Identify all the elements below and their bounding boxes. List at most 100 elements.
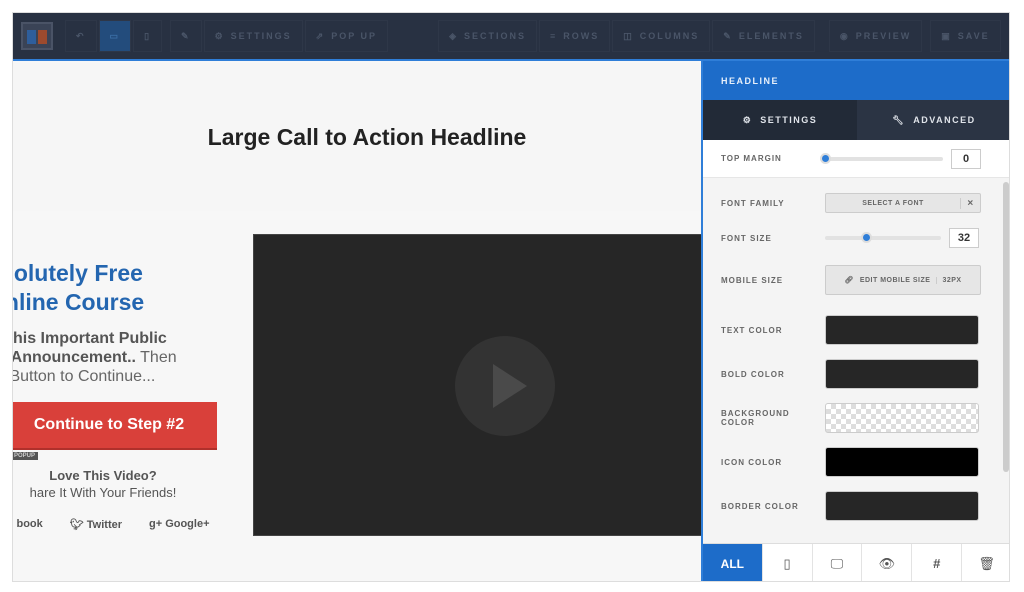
tab-advanced[interactable]: 🔧︎ ADVANCED: [857, 100, 1009, 140]
color-rows: TEXT COLOR BOLD COLOR BACKGROUND COLOR ICON…: [703, 308, 1009, 528]
slider-thumb[interactable]: [820, 152, 831, 164]
gear-icon: ⚙: [742, 114, 753, 125]
mobile-view-button[interactable]: ▯: [133, 20, 163, 52]
sections-button[interactable]: ◈ SECTIONS: [438, 20, 537, 52]
hash-icon: #: [933, 556, 941, 571]
twitter-label: Twitter: [86, 519, 123, 531]
preview-button[interactable]: ◉ PREVIEW: [828, 20, 923, 52]
panel-header: HEADLINE: [703, 61, 1009, 100]
select-font-label: SELECT A FONT: [862, 199, 924, 207]
visibility-button[interactable]: 👁︎: [862, 544, 913, 581]
sub-line2-rest: Then: [135, 349, 177, 366]
edit-mobile-size-label: EDIT MOBILE SIZE: [859, 276, 931, 284]
builder-window: ↶ ▭ ▯ ✎ ⚙ SETTINGS ⇗ POP UP ◈ SECTIONS ≡ ROW…: [12, 12, 1010, 582]
color-row: TEXT COLOR: [703, 308, 1009, 352]
color-label: ICON COLOR: [721, 457, 783, 467]
plug-icon: ✎: [723, 30, 733, 41]
left-column: bsolutely Free Online Course h This Impo…: [13, 259, 223, 531]
googleplus-label: Google+: [165, 518, 210, 530]
rows-icon: ≡: [550, 31, 558, 41]
external-link-icon: ⇗: [315, 30, 326, 41]
twitter-icon: 🐦︎: [69, 519, 87, 531]
settings-button[interactable]: ⚙ SETTINGS: [203, 20, 303, 52]
love-text: Love This Video?: [49, 468, 157, 483]
top-margin-slider[interactable]: [820, 152, 943, 164]
color-row: BACKGROUND COLOR: [703, 396, 1009, 440]
color-swatch[interactable]: [825, 359, 979, 389]
color-swatch[interactable]: [825, 491, 979, 521]
panel-bottom-bar: ALL ▯ 🖵︎ 👁︎ # 🗑︎: [703, 543, 1009, 581]
select-font-button[interactable]: SELECT A FONT ×: [825, 193, 981, 213]
tab-settings-label: SETTINGS: [760, 115, 818, 125]
desktop-view-button[interactable]: ▭: [98, 20, 132, 52]
cta-label: Continue to Step #2: [33, 416, 185, 433]
slider-thumb[interactable]: [860, 232, 872, 243]
save-icon: ▣: [941, 30, 952, 41]
color-label: BORDER COLOR: [721, 501, 799, 511]
course-title-line1[interactable]: bsolutely Free: [13, 259, 223, 288]
course-title-line2[interactable]: Online Course: [13, 288, 223, 317]
font-size-slider[interactable]: [825, 232, 941, 243]
play-icon[interactable]: [455, 336, 555, 436]
undo-icon: ↶: [76, 30, 86, 41]
mobile-icon: ▯: [144, 30, 152, 41]
anchor-button[interactable]: #: [912, 544, 963, 581]
columns-button[interactable]: ◫ COLUMNS: [612, 20, 711, 52]
subheadline[interactable]: h This Important Public ce Announcement.…: [13, 329, 223, 386]
twitter-link[interactable]: 🐦︎ Twitter: [70, 518, 122, 531]
tab-settings[interactable]: ⚙ SETTINGS: [703, 100, 857, 140]
edit-mobile-size-button[interactable]: 🔗︎ EDIT MOBILE SIZE 32PX: [825, 265, 981, 295]
color-swatch[interactable]: [825, 403, 979, 433]
save-label: SAVE: [957, 31, 990, 41]
wrench-icon: 🔧︎: [892, 114, 906, 125]
sub-line1: h This Important Public: [13, 330, 167, 347]
trash-icon: 🗑︎: [978, 555, 995, 571]
mobile-size-row: MOBILE SIZE 🔗︎ EDIT MOBILE SIZE 32PX: [703, 252, 1009, 308]
rows-label: ROWS: [563, 31, 600, 41]
social-links: book 🐦︎ Twitter g+ Google+: [13, 518, 223, 531]
video-player[interactable]: [253, 234, 701, 536]
mobile-button[interactable]: ▯: [763, 544, 813, 581]
color-row: BOLD COLOR: [703, 352, 1009, 396]
panel-scrollbar[interactable]: [1003, 182, 1009, 472]
top-toolbar: ↶ ▭ ▯ ✎ ⚙ SETTINGS ⇗ POP UP ◈ SECTIONS ≡ ROW…: [13, 13, 1009, 61]
facebook-link[interactable]: book: [16, 518, 42, 531]
headline[interactable]: Large Call to Action Headline: [208, 124, 527, 151]
undo-button[interactable]: ↶: [65, 20, 97, 52]
elements-button[interactable]: ✎ ELEMENTS: [712, 20, 815, 52]
popup-button[interactable]: ⇗ POP UP: [304, 20, 389, 52]
color-swatch[interactable]: [825, 315, 979, 345]
font-size-label: FONT SIZE: [721, 233, 772, 243]
gear-icon: ⚙: [214, 30, 225, 41]
paint-button[interactable]: ✎: [170, 20, 202, 52]
desktop-button[interactable]: 🖵︎: [813, 544, 863, 581]
popup-tag: POPUP: [13, 452, 39, 460]
rows-button[interactable]: ≡ ROWS: [539, 20, 611, 52]
color-label: TEXT COLOR: [721, 325, 783, 335]
headline-section[interactable]: Large Call to Action Headline: [13, 63, 701, 211]
all-devices-button[interactable]: ALL: [703, 544, 763, 581]
clear-font-icon[interactable]: ×: [960, 197, 980, 209]
continue-button[interactable]: Continue to Step #2 POPUP: [13, 402, 217, 460]
columns-label: COLUMNS: [639, 31, 700, 41]
font-family-label: FONT FAMILY: [721, 198, 785, 208]
sections-label: SECTIONS: [463, 31, 526, 41]
columns-icon: ◫: [623, 30, 634, 41]
color-label: BACKGROUND COLOR: [721, 409, 790, 427]
mobile-icon: ▯: [783, 555, 791, 571]
color-swatch[interactable]: [825, 447, 979, 477]
googleplus-link[interactable]: g+ Google+: [149, 518, 210, 531]
top-margin-input[interactable]: 0: [951, 148, 981, 169]
sub-line3: ck Button to Continue...: [13, 368, 156, 385]
panel-tabs: ⚙ SETTINGS 🔧︎ ADVANCED: [703, 100, 1009, 140]
app-logo: [21, 22, 53, 50]
delete-button[interactable]: 🗑︎: [962, 544, 1009, 581]
color-row: BORDER COLOR: [703, 484, 1009, 528]
save-button[interactable]: ▣ SAVE: [930, 20, 1001, 52]
eye-icon: ◉: [839, 30, 850, 41]
popup-label: POP UP: [331, 31, 378, 41]
sub-line2-bold: ce Announcement..: [13, 349, 136, 366]
font-family-row: FONT FAMILY SELECT A FONT ×: [703, 182, 1009, 224]
color-label: BOLD COLOR: [721, 369, 785, 379]
font-size-input[interactable]: 32: [949, 228, 979, 248]
